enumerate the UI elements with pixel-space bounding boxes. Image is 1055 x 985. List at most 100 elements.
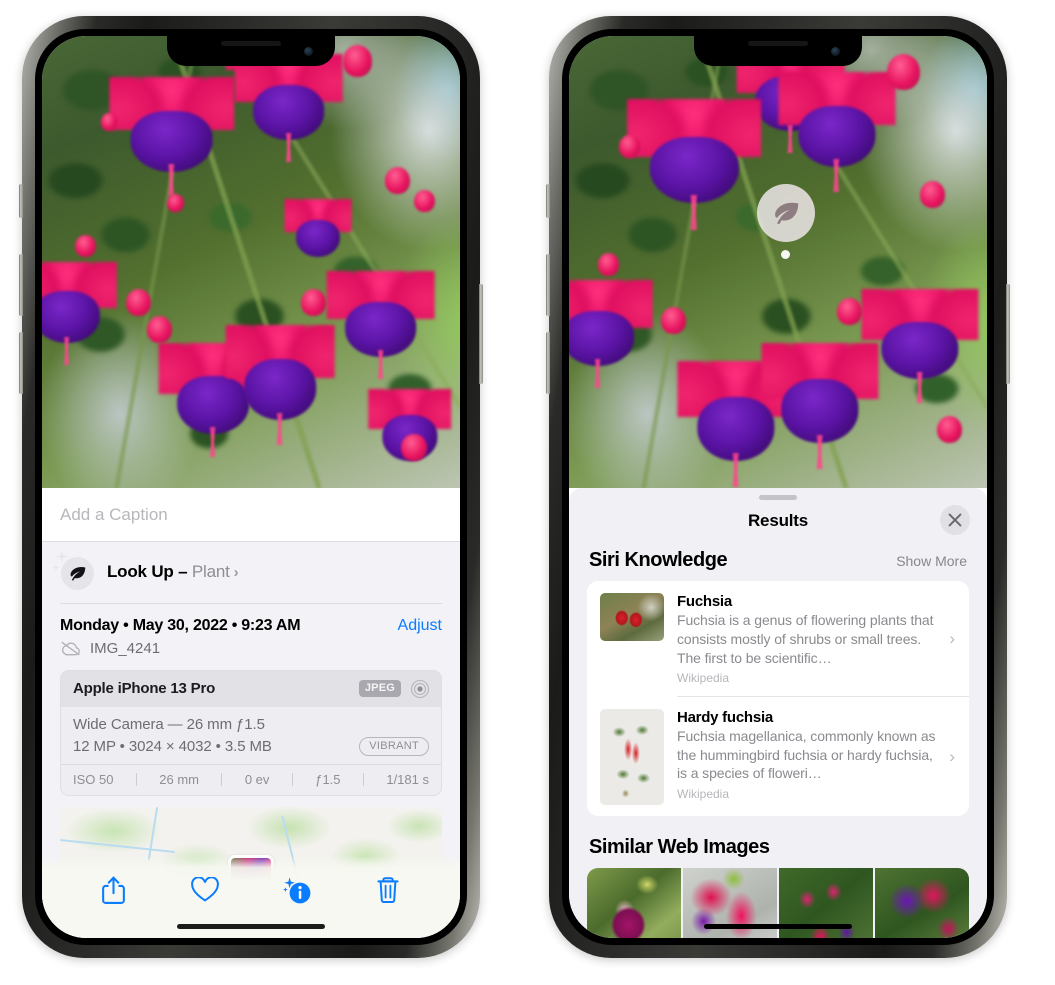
web-image-thumbnail[interactable] — [875, 867, 969, 938]
exif-header-right: JPEG — [358, 679, 430, 699]
photo-file-row: IMG_4241 — [42, 635, 460, 670]
flower — [861, 289, 979, 403]
exif-settings-row: ISO 50 26 mm 0 ev ƒ1.5 1/181 s — [61, 763, 441, 795]
silent-switch[interactable] — [546, 184, 550, 218]
phone-screen-left: Add a Caption Look Up – Plant › Monday •… — [42, 36, 460, 938]
format-badge: JPEG — [358, 680, 401, 697]
side-power-button[interactable] — [1006, 284, 1010, 384]
flower-bud — [836, 298, 862, 326]
map-road — [147, 806, 158, 860]
look-up-subject: Plant — [191, 562, 230, 581]
exif-ev: 0 ev — [244, 771, 270, 787]
favorite-button[interactable] — [185, 870, 225, 910]
volume-down-button[interactable] — [19, 332, 23, 394]
knowledge-item-hardy-fuchsia[interactable]: Hardy fuchsia Fuchsia magellanica, commo… — [587, 697, 969, 816]
flower-bud — [384, 167, 410, 195]
chevron-right-icon: › — [233, 564, 239, 581]
knowledge-source: Wikipedia — [677, 671, 730, 686]
home-indicator[interactable] — [704, 924, 852, 929]
flower — [234, 54, 343, 163]
caption-input[interactable]: Add a Caption — [42, 488, 460, 542]
flower — [569, 280, 653, 389]
share-button[interactable] — [94, 870, 134, 910]
similar-web-images-title: Similar Web Images — [589, 835, 770, 858]
knowledge-thumbnail — [600, 708, 664, 805]
front-camera-icon — [304, 47, 313, 56]
exif-iso: ISO 50 — [73, 771, 114, 787]
exif-card[interactable]: Apple iPhone 13 Pro JPEG Wide Camera — 2… — [60, 669, 442, 796]
look-up-icon-wrap — [51, 549, 94, 590]
flower-bud — [619, 135, 641, 159]
phone-bezel: Results Siri Knowledge Show More Fuchsia… — [562, 29, 994, 945]
side-power-button[interactable] — [479, 284, 483, 384]
flower-bud — [100, 112, 118, 131]
camera-device-name: Apple iPhone 13 Pro — [73, 680, 216, 697]
share-icon — [102, 876, 126, 904]
info-sparkle-icon — [282, 877, 311, 904]
info-button[interactable] — [277, 870, 317, 910]
siri-knowledge-header: Siri Knowledge Show More — [569, 545, 987, 581]
iphone-left: Add a Caption Look Up – Plant › Monday •… — [19, 16, 483, 958]
phone-bezel: Add a Caption Look Up – Plant › Monday •… — [35, 29, 467, 945]
look-up-main-label: Look Up – — [107, 562, 192, 581]
photo-filename: IMG_4241 — [90, 639, 161, 657]
adjust-button[interactable]: Adjust — [398, 617, 442, 635]
aperture-icon[interactable] — [410, 679, 430, 699]
similar-web-images-header: Similar Web Images — [569, 816, 987, 868]
flower-bud — [598, 252, 620, 276]
heart-icon — [191, 877, 220, 902]
screenshot-root: Add a Caption Look Up – Plant › Monday •… — [0, 0, 1055, 985]
volume-up-button[interactable] — [546, 254, 550, 316]
trash-icon — [377, 877, 399, 904]
close-button[interactable] — [940, 505, 970, 535]
exif-shutter: 1/181 s — [386, 771, 429, 787]
knowledge-text: Hardy fuchsia Fuchsia magellanica, commo… — [677, 709, 936, 801]
flower-bud — [146, 316, 172, 344]
close-icon — [948, 513, 962, 527]
look-up-row[interactable]: Look Up – Plant › — [42, 542, 460, 603]
leaf-icon-circle — [61, 557, 94, 590]
flower-bud — [167, 194, 185, 213]
delete-button[interactable] — [368, 870, 408, 910]
icloud-slash-icon — [61, 641, 80, 655]
divider — [221, 772, 223, 786]
knowledge-description: Fuchsia magellanica, commonly known as t… — [677, 727, 936, 782]
flower-bud — [342, 45, 373, 77]
volume-down-button[interactable] — [546, 332, 550, 394]
flower-bud — [886, 54, 921, 91]
chevron-right-icon: › — [949, 746, 955, 766]
leaf-icon — [70, 567, 86, 581]
image-specs: 12 MP • 3024 × 4032 • 3.5 MB — [73, 737, 272, 755]
flower-bud — [414, 189, 435, 213]
knowledge-item-fuchsia[interactable]: Fuchsia Fuchsia is a genus of flowering … — [587, 581, 969, 696]
divider — [135, 772, 137, 786]
front-camera-icon — [831, 47, 840, 56]
flower-bud — [660, 307, 687, 335]
divider — [362, 772, 364, 786]
exif-header: Apple iPhone 13 Pro JPEG — [61, 670, 441, 707]
volume-up-button[interactable] — [19, 254, 23, 316]
flower — [778, 72, 896, 192]
flower — [326, 271, 435, 380]
map-road — [60, 838, 175, 853]
home-indicator[interactable] — [177, 924, 325, 929]
photo-viewer[interactable] — [569, 36, 987, 488]
flower-bud — [936, 415, 962, 443]
exif-specs-row: 12 MP • 3024 × 4032 • 3.5 MB VIBRANT — [73, 736, 429, 756]
silent-switch[interactable] — [19, 184, 23, 218]
flower — [225, 325, 335, 445]
knowledge-text: Fuchsia Fuchsia is a genus of flowering … — [677, 593, 936, 685]
web-image-thumbnail[interactable] — [587, 867, 681, 938]
exif-aperture: ƒ1.5 — [315, 771, 341, 787]
flower-bud — [920, 180, 946, 208]
photo-viewer[interactable] — [42, 36, 460, 488]
earpiece-speaker — [221, 41, 281, 46]
visual-lookup-badge[interactable] — [757, 184, 815, 242]
results-sheet: Results Siri Knowledge Show More Fuchsia… — [569, 488, 987, 938]
flower — [627, 99, 762, 231]
show-more-button[interactable]: Show More — [896, 553, 967, 569]
flower-bud — [401, 433, 427, 461]
notch — [167, 36, 335, 66]
knowledge-title: Hardy fuchsia — [677, 708, 773, 726]
earpiece-speaker — [748, 41, 808, 46]
